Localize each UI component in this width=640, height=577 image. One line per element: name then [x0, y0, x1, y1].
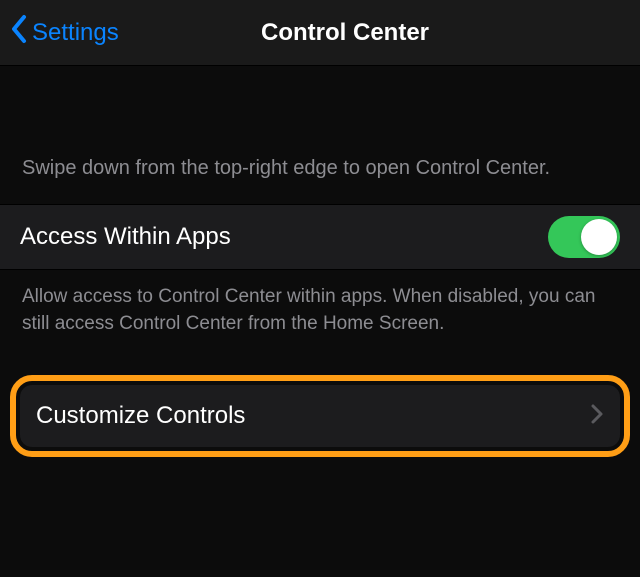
highlight-annotation: Customize Controls: [10, 375, 630, 457]
nav-bar: Settings Control Center: [0, 0, 640, 66]
section-description: Swipe down from the top-right edge to op…: [0, 66, 640, 204]
access-within-apps-toggle[interactable]: [548, 216, 620, 258]
page-title: Control Center: [50, 19, 640, 47]
toggle-knob: [581, 219, 617, 255]
chevron-right-icon: [590, 403, 604, 430]
access-within-apps-label: Access Within Apps: [20, 223, 231, 251]
customize-controls-row[interactable]: Customize Controls: [20, 385, 620, 447]
back-label: Settings: [32, 19, 119, 47]
access-within-apps-row: Access Within Apps: [0, 204, 640, 270]
chevron-left-icon: [10, 14, 28, 51]
access-footer-description: Allow access to Control Center within ap…: [0, 270, 640, 367]
customize-controls-label: Customize Controls: [36, 402, 245, 430]
back-button[interactable]: Settings: [0, 14, 119, 51]
